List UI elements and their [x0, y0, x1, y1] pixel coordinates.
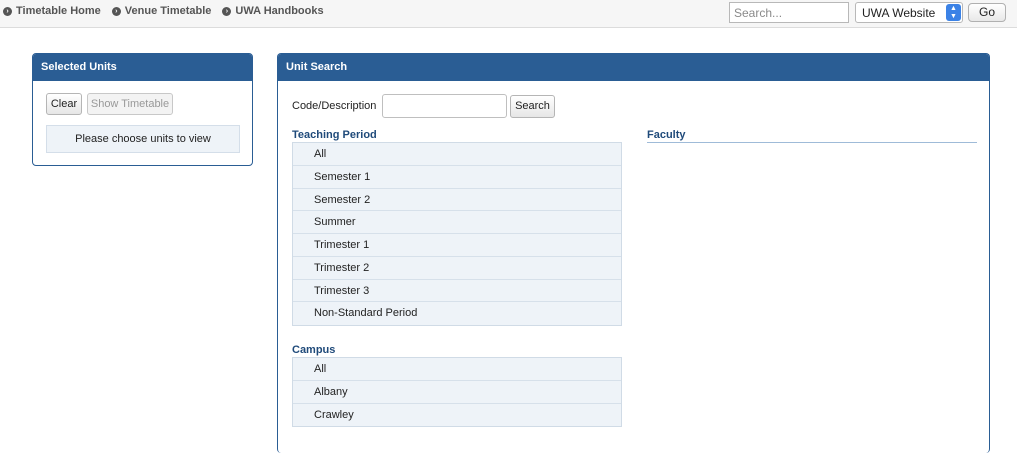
selected-units-title: Selected Units	[33, 54, 252, 81]
select-arrows-icon: ▲ ▼	[946, 4, 961, 21]
campus-item[interactable]: Crawley	[293, 404, 621, 427]
teaching-period-item[interactable]: Trimester 3	[293, 280, 621, 303]
nav-link-venue-timetable[interactable]: › Venue Timetable	[111, 5, 212, 17]
nav-link-label: Venue Timetable	[124, 5, 212, 17]
top-bar: › Timetable Home › Venue Timetable › UWA…	[0, 0, 1017, 28]
nav-link-label: Timetable Home	[16, 5, 101, 17]
teaching-period-item[interactable]: Non-Standard Period	[293, 302, 621, 325]
teaching-period-item[interactable]: All	[293, 143, 621, 166]
nav-link-label: UWA Handbooks	[235, 5, 324, 17]
teaching-period-item[interactable]: Summer	[293, 211, 621, 234]
teaching-period-item[interactable]: Trimester 2	[293, 257, 621, 280]
teaching-period-item[interactable]: Trimester 1	[293, 234, 621, 257]
campus-item[interactable]: Albany	[293, 381, 621, 404]
circle-arrow-icon: ›	[3, 6, 12, 16]
teaching-period-item[interactable]: Semester 2	[293, 189, 621, 212]
circle-arrow-icon: ›	[111, 6, 121, 16]
nav-link-timetable-home[interactable]: › Timetable Home	[3, 5, 101, 17]
search-button[interactable]: Search	[510, 95, 555, 118]
show-timetable-button[interactable]: Show Timetable	[87, 93, 173, 115]
campus-list: All Albany Crawley	[292, 357, 622, 428]
clear-button[interactable]: Clear	[46, 93, 82, 115]
teaching-period-list: All Semester 1 Semester 2 Summer Trimest…	[292, 142, 622, 326]
top-nav: › Timetable Home › Venue Timetable › UWA…	[3, 5, 324, 17]
unit-search-panel: Unit Search Code/Description Search Teac…	[277, 53, 990, 453]
code-description-input[interactable]	[382, 94, 507, 118]
unit-search-title: Unit Search	[278, 54, 989, 81]
selected-units-panel: Selected Units Clear Show Timetable Plea…	[32, 53, 253, 166]
circle-arrow-icon: ›	[222, 6, 232, 16]
teaching-period-title: Teaching Period	[292, 129, 377, 141]
site-select[interactable]: UWA Website ▲ ▼	[855, 2, 963, 23]
code-description-label: Code/Description	[292, 100, 377, 112]
selected-units-message: Please choose units to view	[46, 125, 240, 153]
faculty-divider	[647, 142, 977, 143]
teaching-period-item[interactable]: Semester 1	[293, 166, 621, 189]
nav-link-uwa-handbooks[interactable]: › UWA Handbooks	[222, 5, 324, 17]
campus-item[interactable]: All	[293, 358, 621, 381]
campus-title: Campus	[292, 344, 336, 356]
site-select-value: UWA Website	[862, 6, 936, 20]
go-button[interactable]: Go	[968, 3, 1006, 22]
site-search-input[interactable]	[729, 2, 849, 23]
faculty-title: Faculty	[647, 129, 686, 141]
